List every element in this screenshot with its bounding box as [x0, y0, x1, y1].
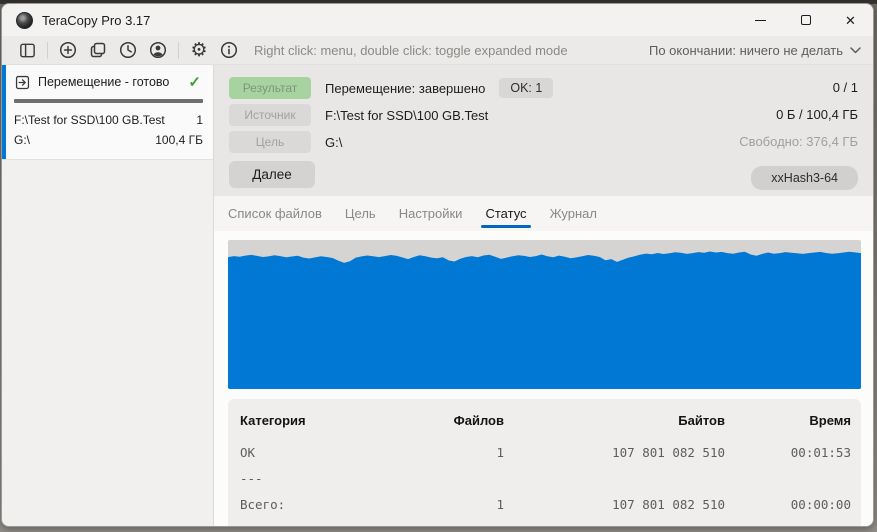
info-button[interactable]	[214, 38, 244, 62]
hash-button[interactable]: xxHash3-64	[751, 166, 858, 190]
files-progress: 0 / 1	[832, 80, 858, 95]
cell-bytes: 107 801 082 510	[612, 497, 725, 512]
on-finish-label: По окончании: ничего не делать	[649, 42, 843, 58]
toggle-panes-button[interactable]	[12, 38, 42, 62]
minimize-button[interactable]	[738, 4, 783, 36]
window-title: TeraCopy Pro 3.17	[42, 12, 151, 28]
stats-header-row: Категория Файлов Байтов Время	[240, 413, 851, 440]
col-files: Файлов	[453, 413, 504, 428]
on-finish-dropdown[interactable]: По окончании: ничего не делать	[649, 43, 861, 58]
account-icon	[149, 41, 167, 59]
source-path: F:\Test for SSD\100 GB.Test	[325, 107, 489, 123]
task-target-row: G:\ 100,4 ГБ	[14, 130, 203, 150]
ok-count-badge: OK: 1	[499, 78, 554, 98]
titlebar: TeraCopy Pro 3.17 ✕	[2, 4, 873, 36]
cell-bytes	[504, 466, 725, 492]
tab-bar: Список файлов Цель Настройки Статус Журн…	[214, 196, 873, 231]
result-text: Перемещение: завершено	[325, 80, 486, 96]
tab-target[interactable]: Цель	[345, 196, 376, 231]
cell-files: 1	[496, 497, 504, 512]
tab-file-list[interactable]: Список файлов	[228, 196, 322, 231]
task-list-sidebar: Перемещение - готово ✓ F:\Test for SSD\1…	[2, 65, 214, 526]
toolbar-divider	[47, 41, 48, 59]
info-panel: Результат Перемещение: завершено OK: 1 И…	[214, 65, 873, 196]
task-card[interactable]: Перемещение - готово ✓ F:\Test for SSD\1…	[2, 65, 213, 160]
tab-settings[interactable]: Настройки	[399, 196, 463, 231]
copy-button[interactable]	[83, 38, 113, 62]
cell-time: 00:01:53	[790, 445, 851, 460]
source-pill[interactable]: Источник	[229, 104, 311, 126]
selection-accent	[2, 65, 6, 159]
add-icon	[59, 41, 77, 59]
cell-bytes: 107 801 082 510	[612, 445, 725, 460]
target-pill[interactable]: Цель	[229, 131, 311, 153]
col-category: Категория	[240, 413, 306, 428]
tab-log[interactable]: Журнал	[550, 196, 597, 231]
window-controls: ✕	[738, 4, 873, 36]
stats-table: Категория Файлов Байтов Время OK 1 107 8…	[240, 413, 851, 518]
history-icon	[119, 41, 137, 59]
chevron-down-icon	[850, 46, 861, 53]
cell-files	[380, 466, 504, 492]
status-content: Категория Файлов Байтов Время OK 1 107 8…	[214, 231, 873, 526]
add-task-button[interactable]	[53, 38, 83, 62]
cell-category: OK	[240, 445, 256, 460]
col-time: Время	[809, 413, 851, 428]
cell-files: 1	[496, 445, 504, 460]
col-bytes: Байтов	[678, 413, 725, 428]
table-row: Всего: 1 107 801 082 510 00:00:00	[240, 492, 851, 518]
panes-icon	[19, 43, 35, 57]
result-pill: Результат	[229, 77, 311, 99]
check-icon: ✓	[188, 74, 201, 91]
cell-category: Всего:	[240, 497, 286, 512]
move-icon	[15, 75, 30, 89]
speed-area	[228, 251, 861, 389]
toolbar-hint: Right click: menu, double click: toggle …	[254, 42, 568, 58]
bytes-progress: 0 Б / 100,4 ГБ	[776, 107, 858, 122]
task-files-count: 1	[196, 113, 203, 127]
speed-graph	[228, 240, 861, 389]
cell-time: 00:00:00	[790, 497, 851, 512]
task-target-path: G:\	[14, 133, 31, 147]
account-button[interactable]	[143, 38, 173, 62]
task-title: Перемещение - готово	[38, 75, 170, 89]
history-button[interactable]	[113, 38, 143, 62]
settings-button[interactable]: ⚙	[184, 38, 214, 62]
maximize-button[interactable]	[783, 4, 828, 36]
info-icon	[220, 41, 238, 59]
maximize-icon	[800, 15, 811, 25]
copy-icon	[90, 42, 106, 58]
next-button[interactable]: Далее	[229, 161, 315, 188]
toolbar: ⚙ Right click: menu, double click: toggl…	[2, 36, 873, 65]
app-icon	[16, 11, 33, 29]
tab-status[interactable]: Статус	[481, 196, 531, 231]
minimize-icon	[755, 19, 766, 21]
toolbar-divider	[178, 41, 179, 59]
cell-time	[725, 466, 851, 492]
teracopy-window: TeraCopy Pro 3.17 ✕ ⚙ Right click: menu,…	[1, 3, 874, 527]
close-button[interactable]: ✕	[828, 4, 873, 36]
task-source-path: F:\Test for SSD\100 GB.Test	[14, 113, 165, 127]
table-row: OK 1 107 801 082 510 00:01:53	[240, 440, 851, 466]
main-panel: Результат Перемещение: завершено OK: 1 И…	[214, 65, 873, 526]
table-row: ---	[240, 466, 851, 492]
speed-graph-svg	[228, 240, 861, 389]
task-source-row: F:\Test for SSD\100 GB.Test 1	[14, 110, 203, 130]
target-path: G:\	[325, 134, 343, 150]
close-icon: ✕	[845, 12, 856, 28]
task-size: 100,4 ГБ	[155, 133, 203, 147]
stats-table-card: Категория Файлов Байтов Время OK 1 107 8…	[228, 399, 861, 526]
settings-icon: ⚙	[190, 38, 208, 61]
cell-category: ---	[240, 471, 263, 486]
free-space: Свободно: 376,4 ГБ	[739, 134, 858, 149]
task-progress-bar	[14, 99, 203, 103]
